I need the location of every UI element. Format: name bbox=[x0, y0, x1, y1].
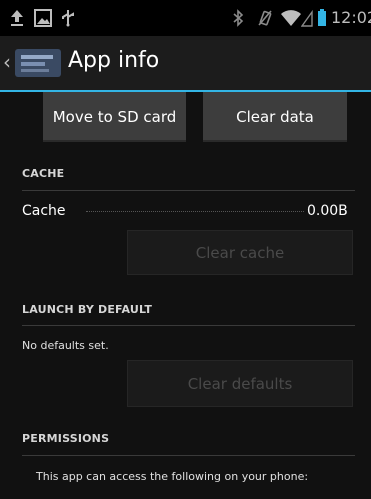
cache-label: Cache bbox=[22, 203, 66, 219]
cache-header: CACHE bbox=[22, 167, 65, 180]
cache-value: 0.00B bbox=[307, 203, 348, 219]
no-defaults-text: No defaults set. bbox=[22, 339, 109, 352]
divider bbox=[22, 190, 355, 191]
launch-default-header: LAUNCH BY DEFAULT bbox=[22, 303, 153, 316]
page-title: App info bbox=[68, 48, 160, 73]
permissions-text: This app can access the following on you… bbox=[36, 470, 309, 483]
action-bar: ‹ App info bbox=[0, 36, 371, 92]
status-bar: 12:02 bbox=[0, 0, 371, 36]
divider bbox=[22, 325, 355, 326]
status-time: 12:02 bbox=[331, 8, 371, 27]
wifi-icon bbox=[280, 9, 302, 31]
battery-icon bbox=[317, 9, 327, 31]
up-caret-icon[interactable]: ‹ bbox=[3, 50, 11, 74]
image-icon bbox=[34, 9, 52, 31]
app-icon[interactable] bbox=[15, 49, 61, 77]
permissions-header: PERMISSIONS bbox=[22, 432, 110, 445]
clear-data-button[interactable]: Clear data bbox=[203, 92, 347, 142]
dotted-leader bbox=[86, 211, 304, 212]
clear-defaults-button[interactable]: Clear defaults bbox=[127, 360, 353, 407]
signal-icon bbox=[300, 9, 313, 31]
usb-icon bbox=[60, 9, 76, 31]
upload-icon bbox=[10, 9, 24, 31]
divider bbox=[22, 455, 355, 456]
bluetooth-icon bbox=[232, 9, 244, 31]
clear-cache-button[interactable]: Clear cache bbox=[127, 230, 353, 275]
vibrate-icon bbox=[257, 9, 273, 31]
move-to-sd-button[interactable]: Move to SD card bbox=[43, 92, 186, 142]
